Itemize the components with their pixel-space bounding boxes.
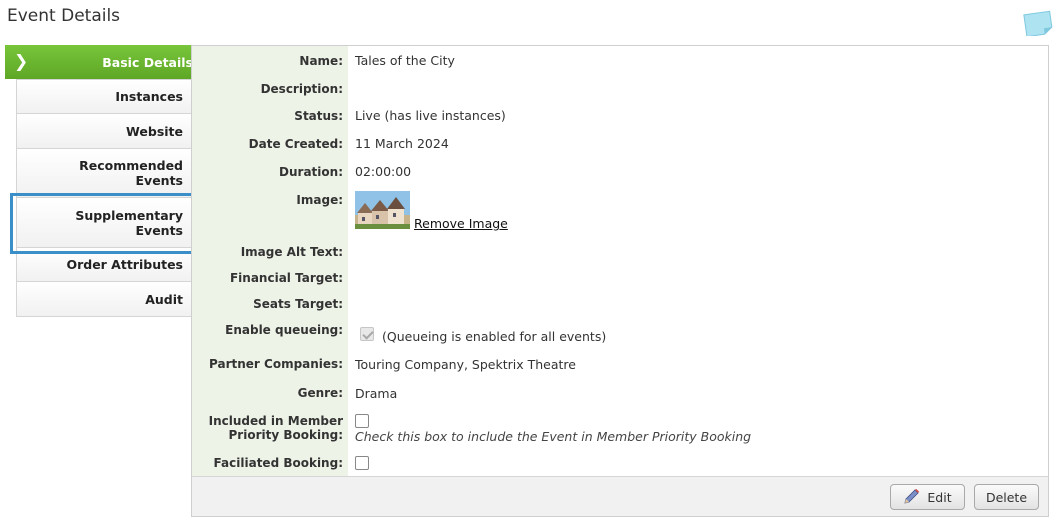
genre-label: Genre:: [297, 386, 343, 400]
event-image-thumbnail[interactable]: [355, 191, 410, 229]
duration-label: Duration:: [279, 165, 343, 179]
sidebar-item-label: Website: [126, 123, 183, 139]
pencil-icon: [904, 489, 920, 504]
financial-target-label: Financial Target:: [229, 271, 343, 285]
seats-target-label: Seats Target:: [253, 297, 343, 311]
sidebar-item-audit[interactable]: Audit: [16, 282, 192, 317]
chevron-right-icon: ❯: [14, 52, 29, 72]
member-priority-hint: Check this box to include the Event in M…: [355, 429, 752, 444]
sticky-note-icon[interactable]: [1022, 8, 1054, 36]
sidebar-item-label: Basic Details: [102, 54, 193, 70]
description-label: Description:: [260, 82, 343, 96]
sidebar-item-label: Supplementary Events: [75, 207, 183, 238]
sidebar-item-label: Audit: [145, 291, 183, 307]
sidebar-item-instances[interactable]: Instances: [16, 79, 192, 114]
remove-image-link[interactable]: Remove Image: [414, 216, 508, 231]
sidebar-item-label: Instances: [115, 89, 183, 104]
sidebar-item-website[interactable]: Website: [16, 114, 192, 149]
name-label: Name:: [299, 54, 343, 68]
edit-button[interactable]: Edit: [890, 484, 965, 510]
queueing-note: (Queueing is enabled for all events): [382, 329, 607, 344]
sidebar-item-basic-details[interactable]: ❯ Basic Details: [5, 45, 213, 79]
edit-button-label: Edit: [927, 489, 952, 505]
member-priority-label-line2: Priority Booking:: [228, 428, 344, 442]
member-priority-checkbox[interactable]: [355, 414, 369, 428]
date-created-label: Date Created:: [248, 137, 343, 151]
image-alt-text-label: Image Alt Text:: [240, 245, 343, 259]
sidebar-item-label: Recommended Events: [79, 158, 183, 188]
status-value: Live (has live instances): [355, 108, 506, 123]
facilitated-booking-label: Faciliated Booking:: [213, 456, 343, 470]
sidebar-item-order-attributes[interactable]: Order Attributes: [16, 248, 192, 282]
page-title: Event Details: [7, 6, 121, 26]
image-label: Image:: [296, 193, 343, 207]
sidebar-item-recommended-events[interactable]: Recommended Events: [16, 149, 192, 198]
partner-companies-value: Touring Company, Spektrix Theatre: [355, 357, 576, 372]
enable-queueing-label: Enable queueing:: [225, 323, 343, 337]
details-panel: Name: Tales of the City Description: Sta…: [191, 45, 1049, 517]
member-priority-label-line1: Included in Member: [208, 414, 343, 428]
delete-button-label: Delete: [985, 489, 1028, 505]
duration-value: 02:00:00: [355, 164, 412, 179]
sidebar-item-supplementary-events[interactable]: Supplementary Events: [16, 198, 192, 248]
sidebar-item-label: Order Attributes: [66, 257, 183, 272]
date-created-value: 11 March 2024: [355, 136, 449, 151]
enable-queueing-checkbox: [360, 327, 374, 341]
panel-footer: Edit Delete: [192, 476, 1048, 516]
name-value: Tales of the City: [355, 53, 455, 68]
facilitated-booking-checkbox[interactable]: [355, 456, 369, 470]
delete-button[interactable]: Delete: [974, 484, 1039, 510]
status-label: Status:: [294, 109, 343, 123]
partner-companies-label: Partner Companies:: [209, 357, 343, 371]
genre-value: Drama: [355, 386, 398, 401]
